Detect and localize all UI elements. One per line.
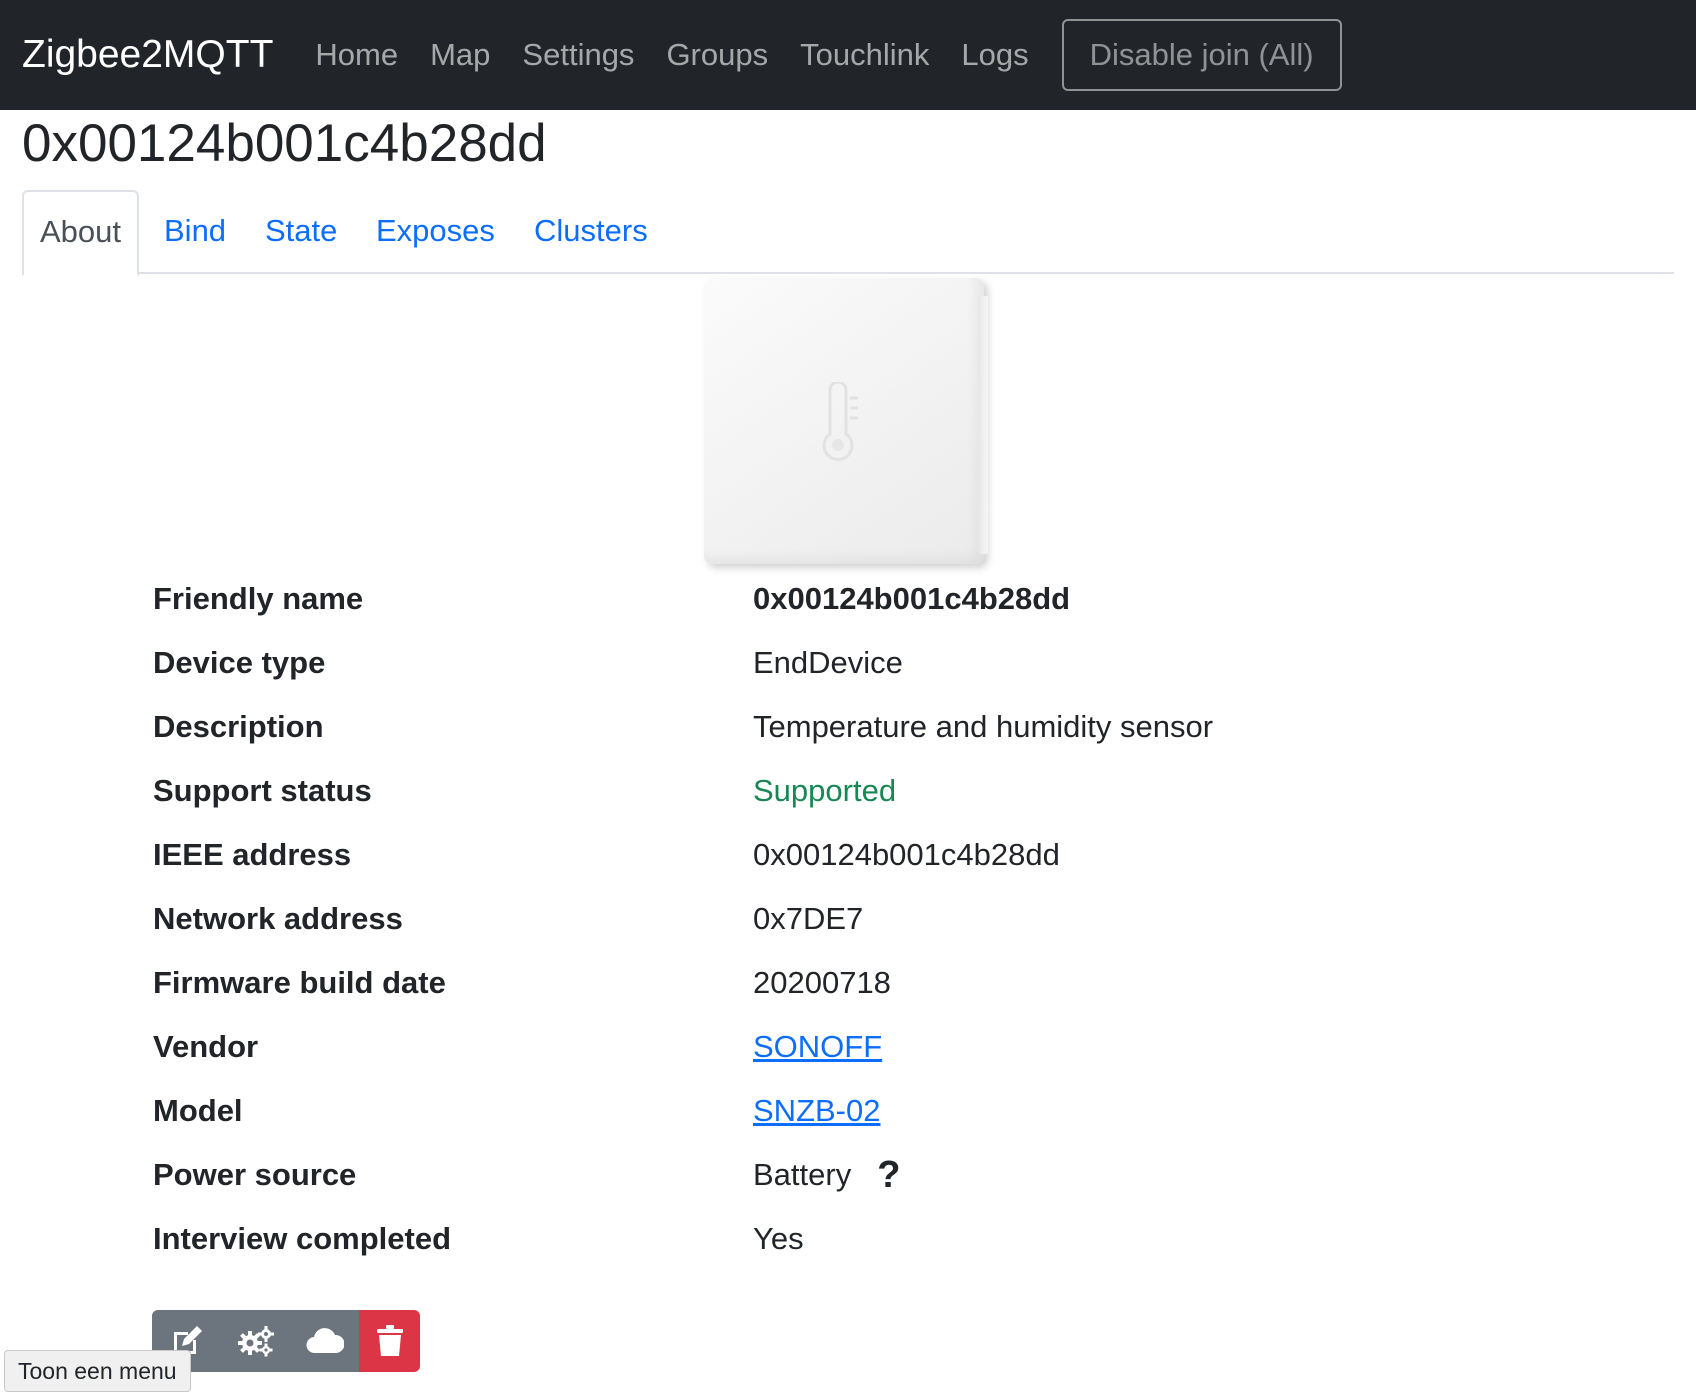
device-type-label: Device type — [153, 645, 326, 680]
support-status-value: Supported — [753, 773, 897, 808]
info-row-network-address: Network address 0x7DE7 — [153, 887, 1553, 951]
model-value: SNZB-02 — [753, 1079, 880, 1143]
device-tabs: About Bind State Exposes Clusters — [22, 190, 1674, 276]
nav-link-logs[interactable]: Logs — [961, 37, 1028, 73]
tab-bind[interactable]: Bind — [164, 190, 226, 272]
power-source-value: Battery? — [753, 1143, 900, 1207]
device-actions — [152, 1310, 420, 1372]
model-label: Model — [153, 1093, 243, 1128]
info-row-friendly-name: Friendly name 0x00124b001c4b28dd — [153, 567, 1553, 631]
page-title: 0x00124b001c4b28dd — [22, 114, 547, 173]
info-row-description: Description Temperature and humidity sen… — [153, 695, 1553, 759]
model-link[interactable]: SNZB-02 — [753, 1093, 880, 1128]
info-row-ieee-address: IEEE address 0x00124b001c4b28dd — [153, 823, 1553, 887]
info-row-support-status: Support status Supported — [153, 759, 1553, 823]
network-address-label: Network address — [153, 901, 403, 936]
thermometer-icon — [822, 382, 858, 461]
vendor-value: SONOFF — [753, 1015, 882, 1079]
friendly-name-label: Friendly name — [153, 581, 364, 616]
cloud-icon — [306, 1328, 344, 1354]
tab-clusters[interactable]: Clusters — [534, 190, 648, 272]
vendor-label: Vendor — [153, 1029, 259, 1064]
navbar: Zigbee2MQTT Home Map Settings Groups Tou… — [0, 0, 1696, 110]
support-status-label: Support status — [153, 773, 372, 808]
nav-link-home[interactable]: Home — [315, 37, 398, 73]
ieee-address-value: 0x00124b001c4b28dd — [753, 837, 1060, 872]
tooltip: Toon een menu — [4, 1350, 191, 1392]
info-row-power-source: Power source Battery? — [153, 1143, 1553, 1207]
interview-completed-label: Interview completed — [153, 1221, 452, 1256]
device-body — [704, 278, 988, 564]
tab-exposes[interactable]: Exposes — [376, 190, 495, 272]
info-row-model: Model SNZB-02 — [153, 1079, 1553, 1143]
tab-state[interactable]: State — [265, 190, 337, 272]
trash-icon — [376, 1325, 403, 1356]
gears-icon — [237, 1326, 274, 1357]
info-row-firmware-build-date: Firmware build date 20200718 — [153, 951, 1553, 1015]
question-icon[interactable]: ? — [877, 1143, 900, 1207]
network-address-value: 0x7DE7 — [753, 901, 864, 936]
nav-link-groups[interactable]: Groups — [666, 37, 768, 73]
info-row-device-type: Device type EndDevice — [153, 631, 1553, 695]
firmware-build-date-label: Firmware build date — [153, 965, 446, 1000]
info-row-vendor: Vendor SONOFF — [153, 1015, 1553, 1079]
ota-update-button[interactable] — [290, 1310, 359, 1372]
nav-link-settings[interactable]: Settings — [522, 37, 634, 73]
info-row-interview-completed: Interview completed Yes — [153, 1207, 1553, 1271]
interview-completed-value: Yes — [753, 1221, 804, 1256]
device-edge — [978, 296, 988, 554]
description-value: Temperature and humidity sensor — [753, 709, 1214, 744]
ieee-address-label: IEEE address — [153, 837, 352, 872]
remove-device-button[interactable] — [359, 1310, 420, 1372]
disable-join-button[interactable]: Disable join (All) — [1061, 19, 1342, 91]
device-image — [704, 278, 992, 568]
configure-button[interactable] — [221, 1310, 290, 1372]
nav-link-touchlink[interactable]: Touchlink — [800, 37, 929, 73]
power-source-text: Battery — [753, 1157, 852, 1192]
device-type-value: EndDevice — [753, 645, 903, 680]
firmware-build-date-value: 20200718 — [753, 965, 891, 1000]
friendly-name-value: 0x00124b001c4b28dd — [753, 581, 1071, 616]
nav-link-map[interactable]: Map — [430, 37, 490, 73]
brand[interactable]: Zigbee2MQTT — [22, 33, 273, 77]
description-label: Description — [153, 709, 324, 744]
power-source-label: Power source — [153, 1157, 357, 1192]
tab-about[interactable]: About — [22, 190, 140, 276]
vendor-link[interactable]: SONOFF — [753, 1029, 882, 1064]
